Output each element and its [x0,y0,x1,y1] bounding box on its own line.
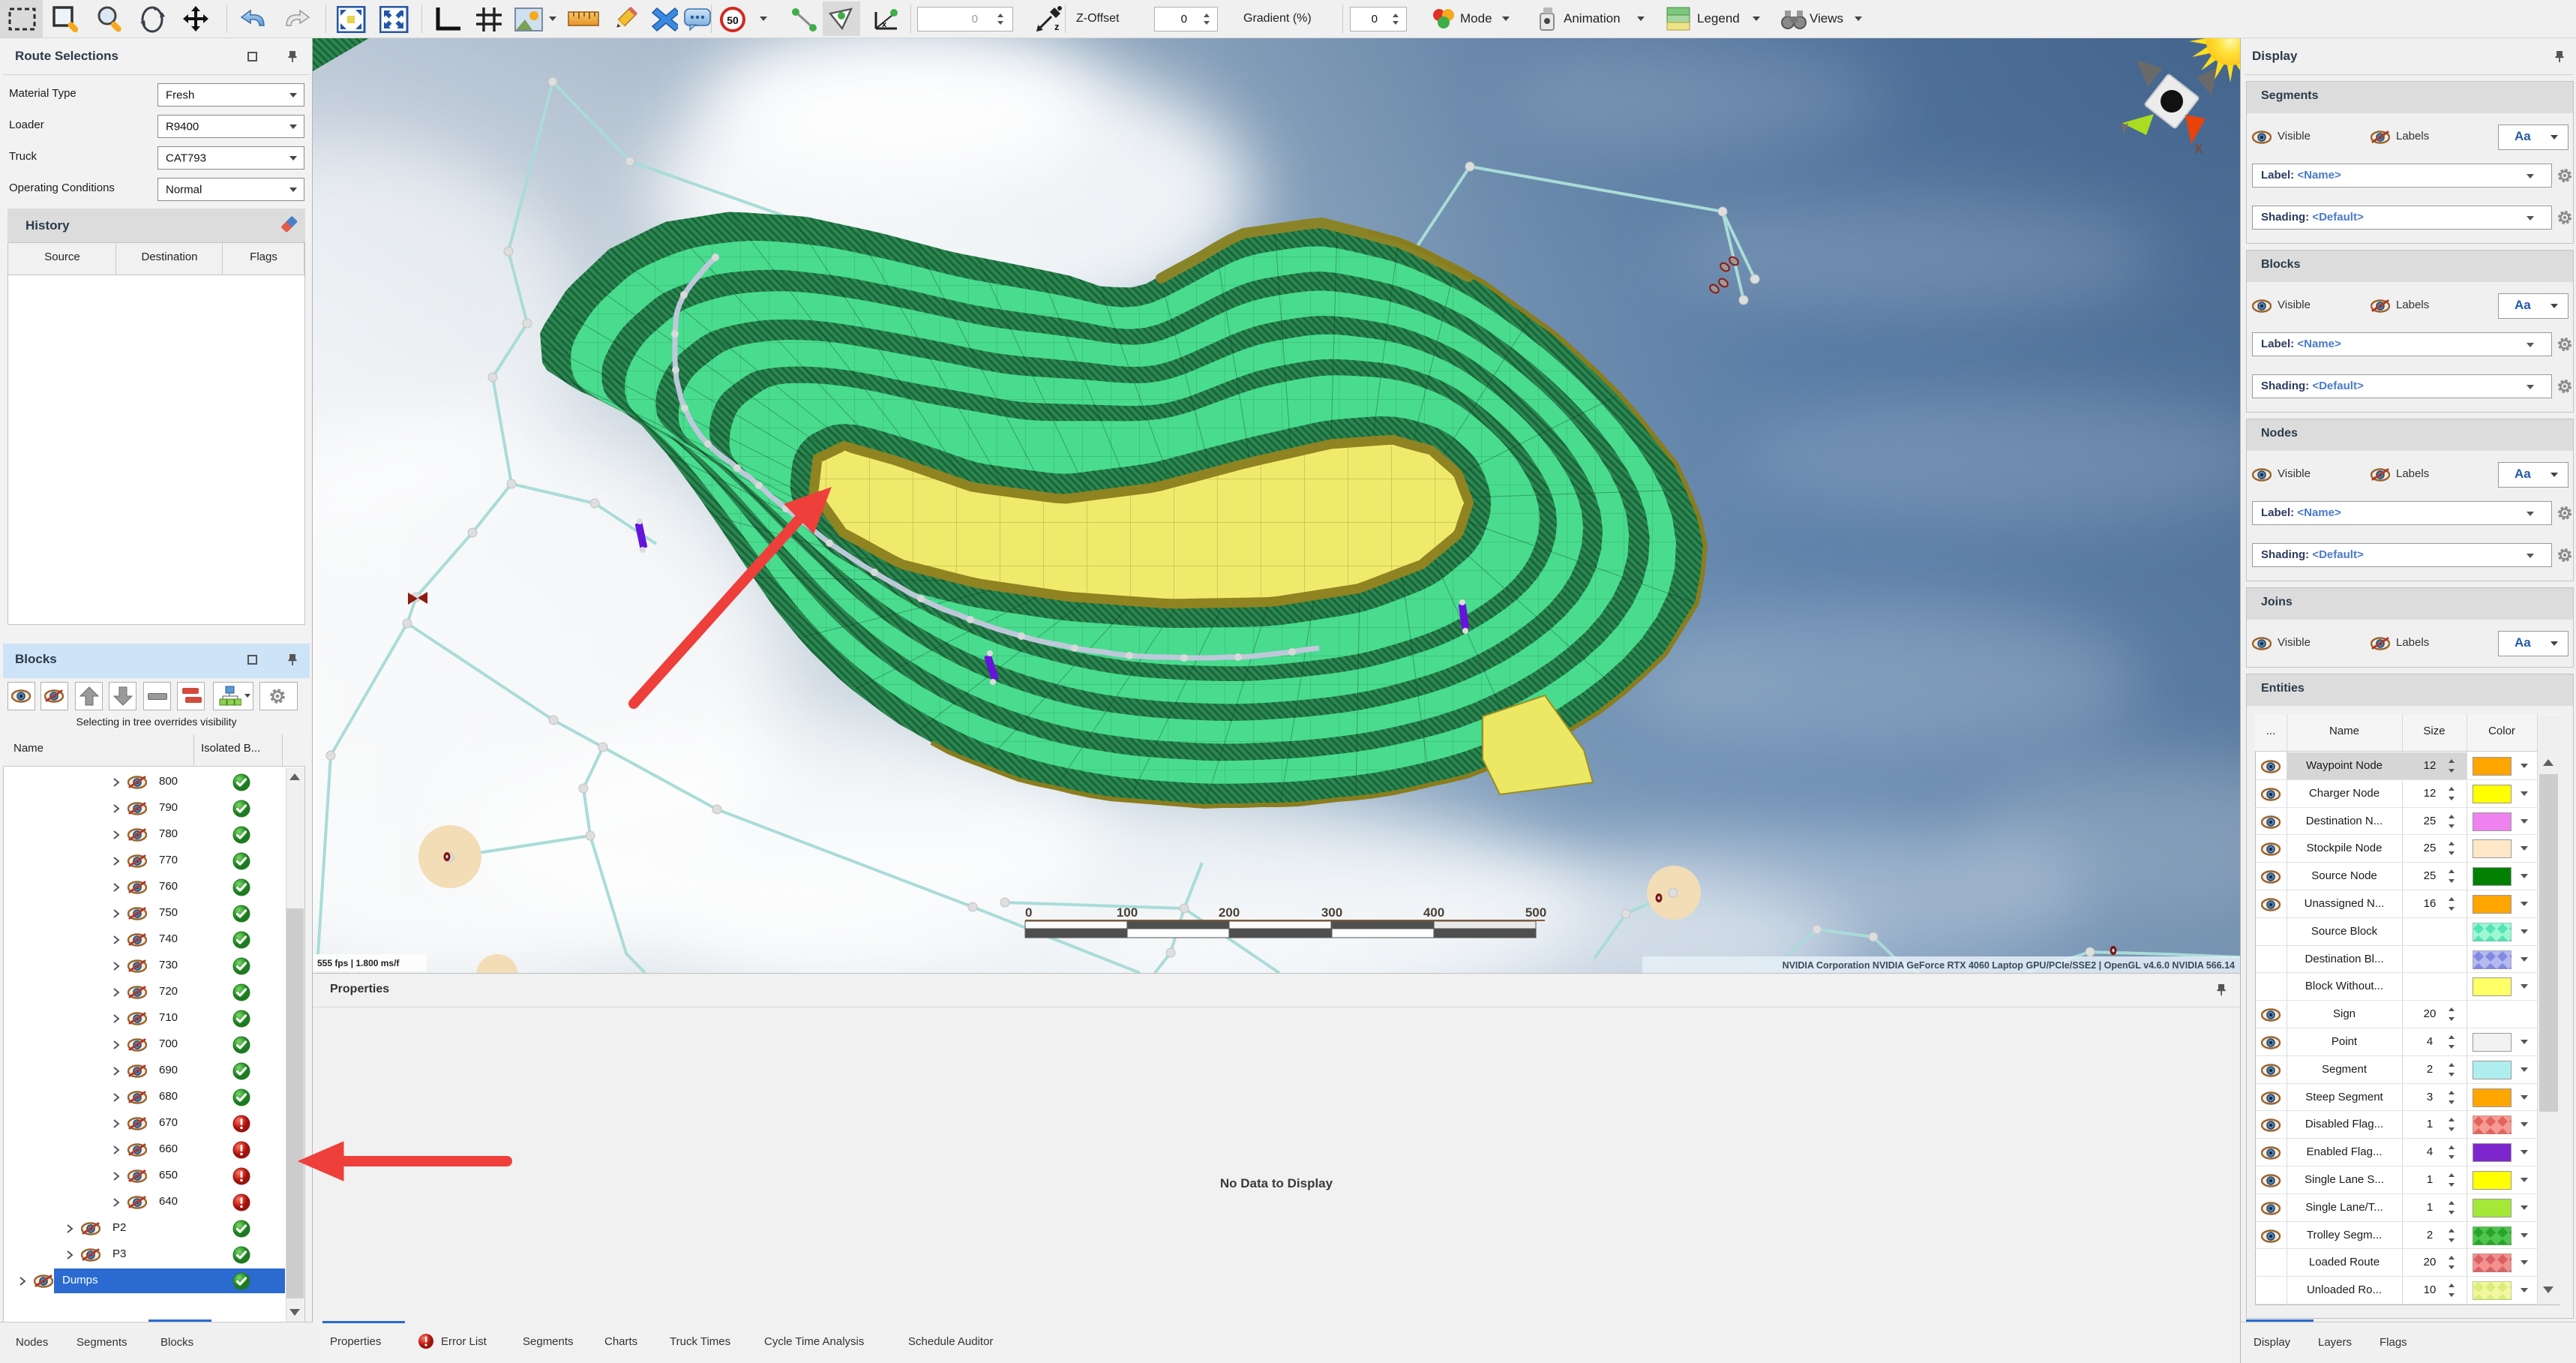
svg-text:NVIDIA Corporation NVIDIA GeFo: NVIDIA Corporation NVIDIA GeForce RTX 40… [1783,960,2235,971]
svg-text:x: x [882,20,887,29]
svg-text:200: 200 [1219,905,1240,920]
svg-text:300: 300 [1321,905,1342,920]
svg-text:X: X [2194,142,2203,156]
svg-text:100: 100 [1117,905,1138,920]
svg-text:0: 0 [1025,905,1032,920]
svg-text:500: 500 [1525,905,1546,920]
svg-text:400: 400 [1423,905,1444,920]
svg-text:50: 50 [727,14,739,26]
svg-text:Y: Y [2120,121,2129,135]
svg-text:555 fps | 1.800 ms/f: 555 fps | 1.800 ms/f [317,958,400,968]
svg-text:z: z [1054,21,1060,32]
